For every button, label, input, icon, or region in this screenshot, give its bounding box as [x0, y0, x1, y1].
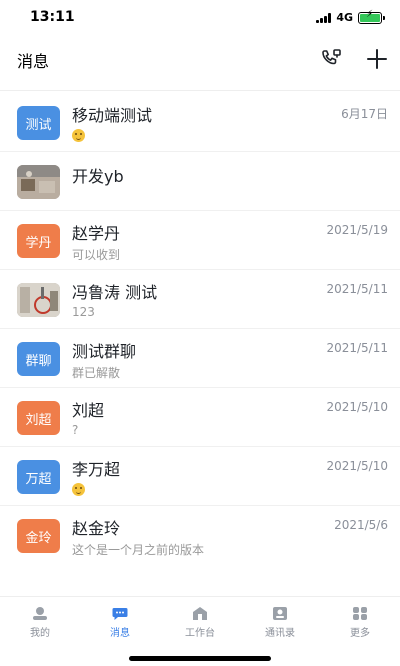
emoji-shocked-icon	[72, 129, 85, 142]
conversation-name: 测试群聊	[72, 342, 137, 361]
plus-icon	[367, 49, 387, 69]
add-button[interactable]	[362, 44, 392, 74]
avatar: 测试	[17, 106, 60, 140]
avatar: 万超	[17, 460, 60, 494]
conversation-item[interactable]: 冯鲁涛 测试 2021/5/11 123	[0, 270, 400, 329]
home-indicator[interactable]	[129, 656, 271, 661]
tab-label: 工作台	[185, 628, 215, 639]
header-divider	[0, 90, 400, 91]
status-time: 13:11	[30, 9, 75, 25]
conversation-name: 赵金玲	[72, 519, 121, 538]
conversation-name: 李万超	[72, 460, 121, 479]
tab-contacts[interactable]: 通讯录	[240, 597, 320, 641]
conversation-time: 2021/5/10	[326, 400, 388, 414]
avatar: 群聊	[17, 342, 60, 376]
conversation-preview: 可以收到	[72, 248, 121, 262]
tab-label: 消息	[110, 628, 130, 639]
home-area	[0, 641, 400, 666]
avatar: 金玲	[17, 519, 60, 553]
conversation-name: 移动端测试	[72, 106, 153, 125]
battery-icon: ⚡	[358, 9, 385, 24]
more-grid-icon	[351, 605, 369, 621]
tab-workbench[interactable]: 工作台	[160, 597, 240, 641]
conversation-item[interactable]: 开发yb	[0, 152, 400, 211]
conversation-name: 刘超	[72, 401, 105, 420]
conversation-item[interactable]: 万超 李万超 2021/5/10	[0, 447, 400, 506]
phone-call-button[interactable]	[316, 44, 346, 74]
conversation-preview	[72, 128, 85, 142]
conversation-name: 冯鲁涛 测试	[72, 283, 158, 302]
conversation-name: 赵学丹	[72, 224, 121, 243]
workbench-icon	[191, 605, 209, 621]
profile-icon	[31, 605, 49, 621]
message-icon	[111, 605, 129, 621]
conversation-time: 2021/5/11	[326, 341, 388, 355]
conversation-preview: 123	[72, 305, 95, 319]
avatar: 刘超	[17, 401, 60, 435]
emoji-grin-icon	[72, 483, 85, 496]
conversation-preview: 群已解散	[72, 366, 121, 380]
conversation-item[interactable]: 学丹 赵学丹 2021/5/19 可以收到	[0, 211, 400, 270]
conversation-time: 2021/5/19	[326, 223, 388, 237]
conversation-time: 2021/5/10	[326, 459, 388, 473]
tab-label: 更多	[350, 628, 370, 639]
conversation-item[interactable]: 测试 移动端测试 6月17日	[0, 93, 400, 152]
conversation-name: 开发yb	[72, 167, 124, 186]
conversation-item[interactable]: 刘超 刘超 2021/5/10 ?	[0, 388, 400, 447]
status-bar: 13:11 4G ⚡	[0, 0, 400, 36]
signal-icon	[316, 12, 332, 23]
avatar	[17, 283, 60, 317]
tab-mine[interactable]: 我的	[0, 597, 80, 641]
network-type: 4G	[336, 11, 353, 24]
conversation-preview: ?	[72, 423, 79, 437]
tab-messages[interactable]: 消息	[80, 597, 160, 641]
conversation-item[interactable]: 金玲 赵金玲 2021/5/6 这个是一个月之前的版本	[0, 506, 400, 565]
contacts-icon	[271, 605, 289, 621]
conversation-preview	[72, 482, 85, 496]
bottom-tab-bar: 我的 消息 工作台 通讯录 更多	[0, 596, 400, 641]
photo-avatar-icon	[17, 283, 60, 317]
conversation-time: 2021/5/11	[326, 282, 388, 296]
tab-more[interactable]: 更多	[320, 597, 400, 641]
tab-label: 我的	[30, 628, 50, 639]
avatar	[17, 165, 60, 199]
conversation-preview: 这个是一个月之前的版本	[72, 543, 205, 557]
conversation-time: 2021/5/6	[334, 518, 388, 532]
status-indicators: 4G ⚡	[316, 9, 385, 24]
avatar: 学丹	[17, 224, 60, 258]
header: 消息	[0, 36, 400, 91]
conversation-item[interactable]: 群聊 测试群聊 2021/5/11 群已解散	[0, 329, 400, 388]
conversation-time: 6月17日	[341, 107, 388, 121]
phone-call-icon	[322, 49, 341, 65]
photo-avatar-icon	[17, 165, 60, 199]
page-title: 消息	[17, 52, 50, 71]
tab-label: 通讯录	[265, 628, 295, 639]
conversation-list: 测试 移动端测试 6月17日 开发yb 学丹 赵学丹 2021/5/19 可以收…	[0, 93, 400, 565]
